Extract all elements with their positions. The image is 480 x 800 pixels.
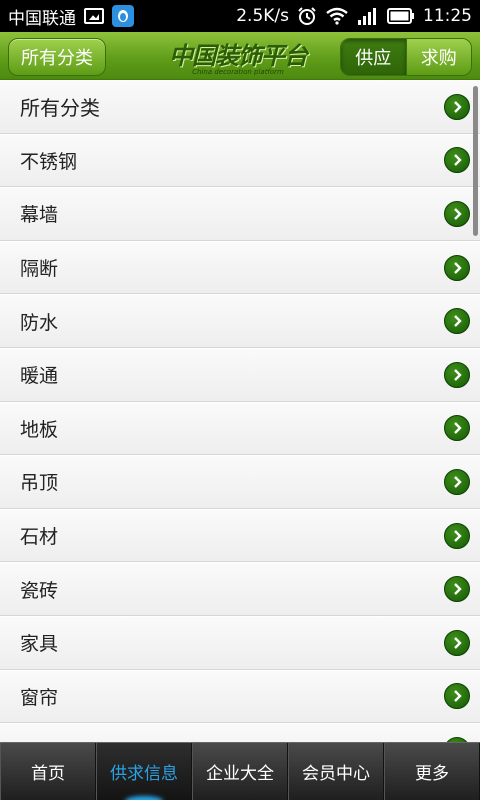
chevron-right-icon	[444, 576, 470, 603]
list-item[interactable]: ...	[0, 723, 480, 742]
category-label: 暖通	[20, 365, 59, 388]
scrollbar[interactable]	[473, 86, 478, 236]
category-list[interactable]: 所有分类 不锈钢 幕墙 隔断 防水 暖通 地板 吊顶 石材 瓷砖 家具 窗帘	[0, 80, 480, 742]
tab-supply-demand[interactable]: 供求信息	[96, 743, 192, 800]
wifi-icon	[325, 7, 349, 25]
category-label: 家具	[20, 633, 59, 656]
app-logo: 中国装饰平台 China decoration platform	[168, 36, 308, 76]
category-label: 不锈钢	[20, 150, 78, 173]
battery-icon	[387, 8, 415, 24]
chevron-right-icon	[444, 93, 470, 120]
chevron-right-icon	[444, 147, 470, 174]
category-label: 所有分类	[20, 96, 100, 121]
supply-demand-toggle: 供应 求购	[340, 38, 472, 76]
qq-penguin-icon	[112, 5, 134, 27]
supply-tab[interactable]: 供应	[341, 39, 406, 75]
carrier-label: 中国联通	[8, 8, 76, 29]
category-label: 吊顶	[20, 472, 59, 495]
tab-member-center[interactable]: 会员中心	[288, 743, 384, 800]
alarm-clock-icon	[297, 6, 317, 26]
category-label: 瓷砖	[20, 579, 59, 602]
list-item[interactable]: 隔断	[0, 240, 480, 295]
chevron-right-icon	[444, 683, 470, 710]
list-item[interactable]: 窗帘	[0, 669, 480, 724]
list-item[interactable]: 吊顶	[0, 455, 480, 509]
category-label: 幕墙	[20, 204, 59, 227]
list-item[interactable]: 不锈钢	[0, 133, 480, 188]
list-item[interactable]: 石材	[0, 508, 480, 563]
tab-companies[interactable]: 企业大全	[192, 743, 288, 800]
bottom-tab-bar: 首页 供求信息 企业大全 会员中心 更多	[0, 742, 480, 800]
chevron-right-icon	[444, 629, 470, 656]
list-item[interactable]: 暖通	[0, 347, 480, 402]
network-speed: 2.5K/s	[236, 6, 289, 26]
status-bar: 中国联通 2.5K/s 11:25	[0, 0, 480, 32]
chevron-right-icon	[444, 522, 470, 549]
category-label: 隔断	[20, 258, 59, 281]
list-item[interactable]: 瓷砖	[0, 562, 480, 616]
tab-home[interactable]: 首页	[0, 743, 96, 800]
chevron-right-icon	[444, 200, 470, 227]
chevron-right-icon	[444, 254, 470, 281]
category-label: 窗帘	[20, 686, 59, 709]
list-item[interactable]: 防水	[0, 294, 480, 348]
signal-bars-icon	[357, 7, 379, 25]
list-item[interactable]: 所有分类	[0, 80, 480, 134]
chevron-right-icon	[444, 361, 470, 388]
all-categories-button[interactable]: 所有分类	[8, 38, 106, 76]
category-label: 防水	[20, 311, 59, 334]
logo-subtitle: China decoration platform	[192, 68, 284, 76]
tab-more[interactable]: 更多	[384, 743, 480, 800]
list-item[interactable]: 家具	[0, 615, 480, 670]
chevron-right-icon	[444, 308, 470, 335]
list-item[interactable]: 地板	[0, 401, 480, 456]
list-item[interactable]: 幕墙	[0, 187, 480, 241]
logo-text: 中国装饰平台	[169, 42, 308, 70]
app-header: 所有分类 中国装饰平台 China decoration platform 供应…	[0, 32, 480, 80]
category-label: 石材	[20, 526, 59, 549]
category-label: 地板	[20, 418, 59, 441]
chevron-right-icon	[444, 415, 470, 442]
chevron-right-icon	[444, 468, 470, 495]
clock: 11:25	[423, 6, 472, 26]
demand-tab[interactable]: 求购	[405, 39, 471, 75]
image-icon	[84, 8, 104, 24]
